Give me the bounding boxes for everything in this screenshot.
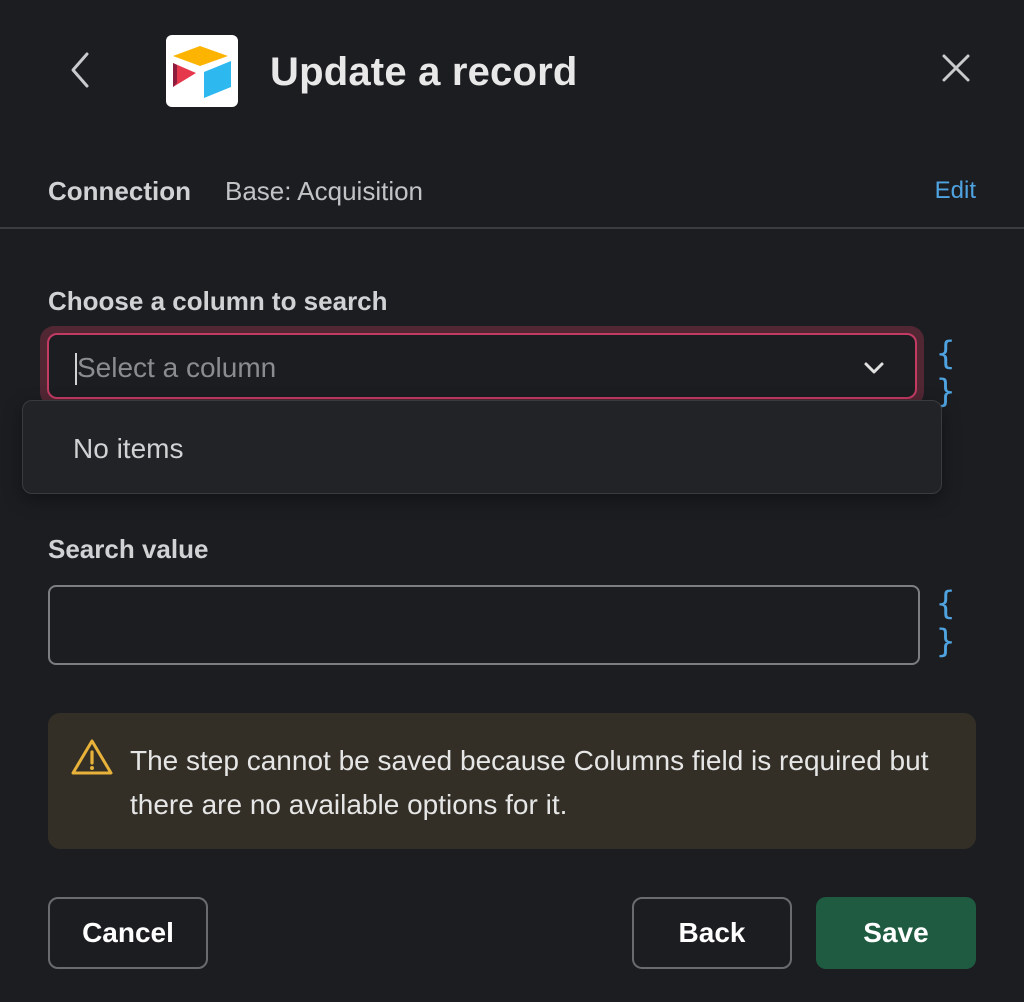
search-value-label: Search value	[48, 534, 209, 564]
dropdown-empty-message: No items	[73, 433, 184, 464]
divider	[0, 227, 1024, 229]
close-button[interactable]	[932, 44, 980, 92]
curly-braces-icon[interactable]: { }	[936, 334, 976, 410]
back-button[interactable]: Back	[632, 897, 792, 969]
airtable-logo-icon	[166, 35, 238, 107]
warning-triangle-icon	[71, 739, 113, 775]
warning-banner: The step cannot be saved because Columns…	[48, 713, 976, 849]
warning-message: The step cannot be saved because Columns…	[130, 745, 929, 820]
column-select[interactable]: Select a column	[47, 333, 917, 399]
chevron-left-icon	[71, 52, 89, 88]
update-record-dialog: Update a record Connection Base: Acquisi…	[0, 0, 1024, 1002]
cancel-button[interactable]: Cancel	[48, 897, 208, 969]
search-value-input[interactable]	[48, 585, 920, 665]
chevron-down-icon[interactable]	[863, 357, 885, 379]
edit-connection-link[interactable]: Edit	[935, 172, 976, 210]
connection-value: Base: Acquisition	[225, 176, 424, 206]
curly-braces-icon[interactable]: { }	[936, 584, 976, 660]
page-title: Update a record	[270, 50, 578, 94]
column-dropdown-menu: No items	[22, 400, 942, 494]
back-chevron-button[interactable]	[60, 48, 100, 92]
save-button[interactable]: Save	[816, 897, 976, 969]
connection-label: Connection	[48, 176, 191, 206]
column-field-label: Choose a column to search	[48, 286, 388, 316]
close-icon	[942, 54, 970, 82]
column-select-placeholder: Select a column	[77, 352, 277, 383]
